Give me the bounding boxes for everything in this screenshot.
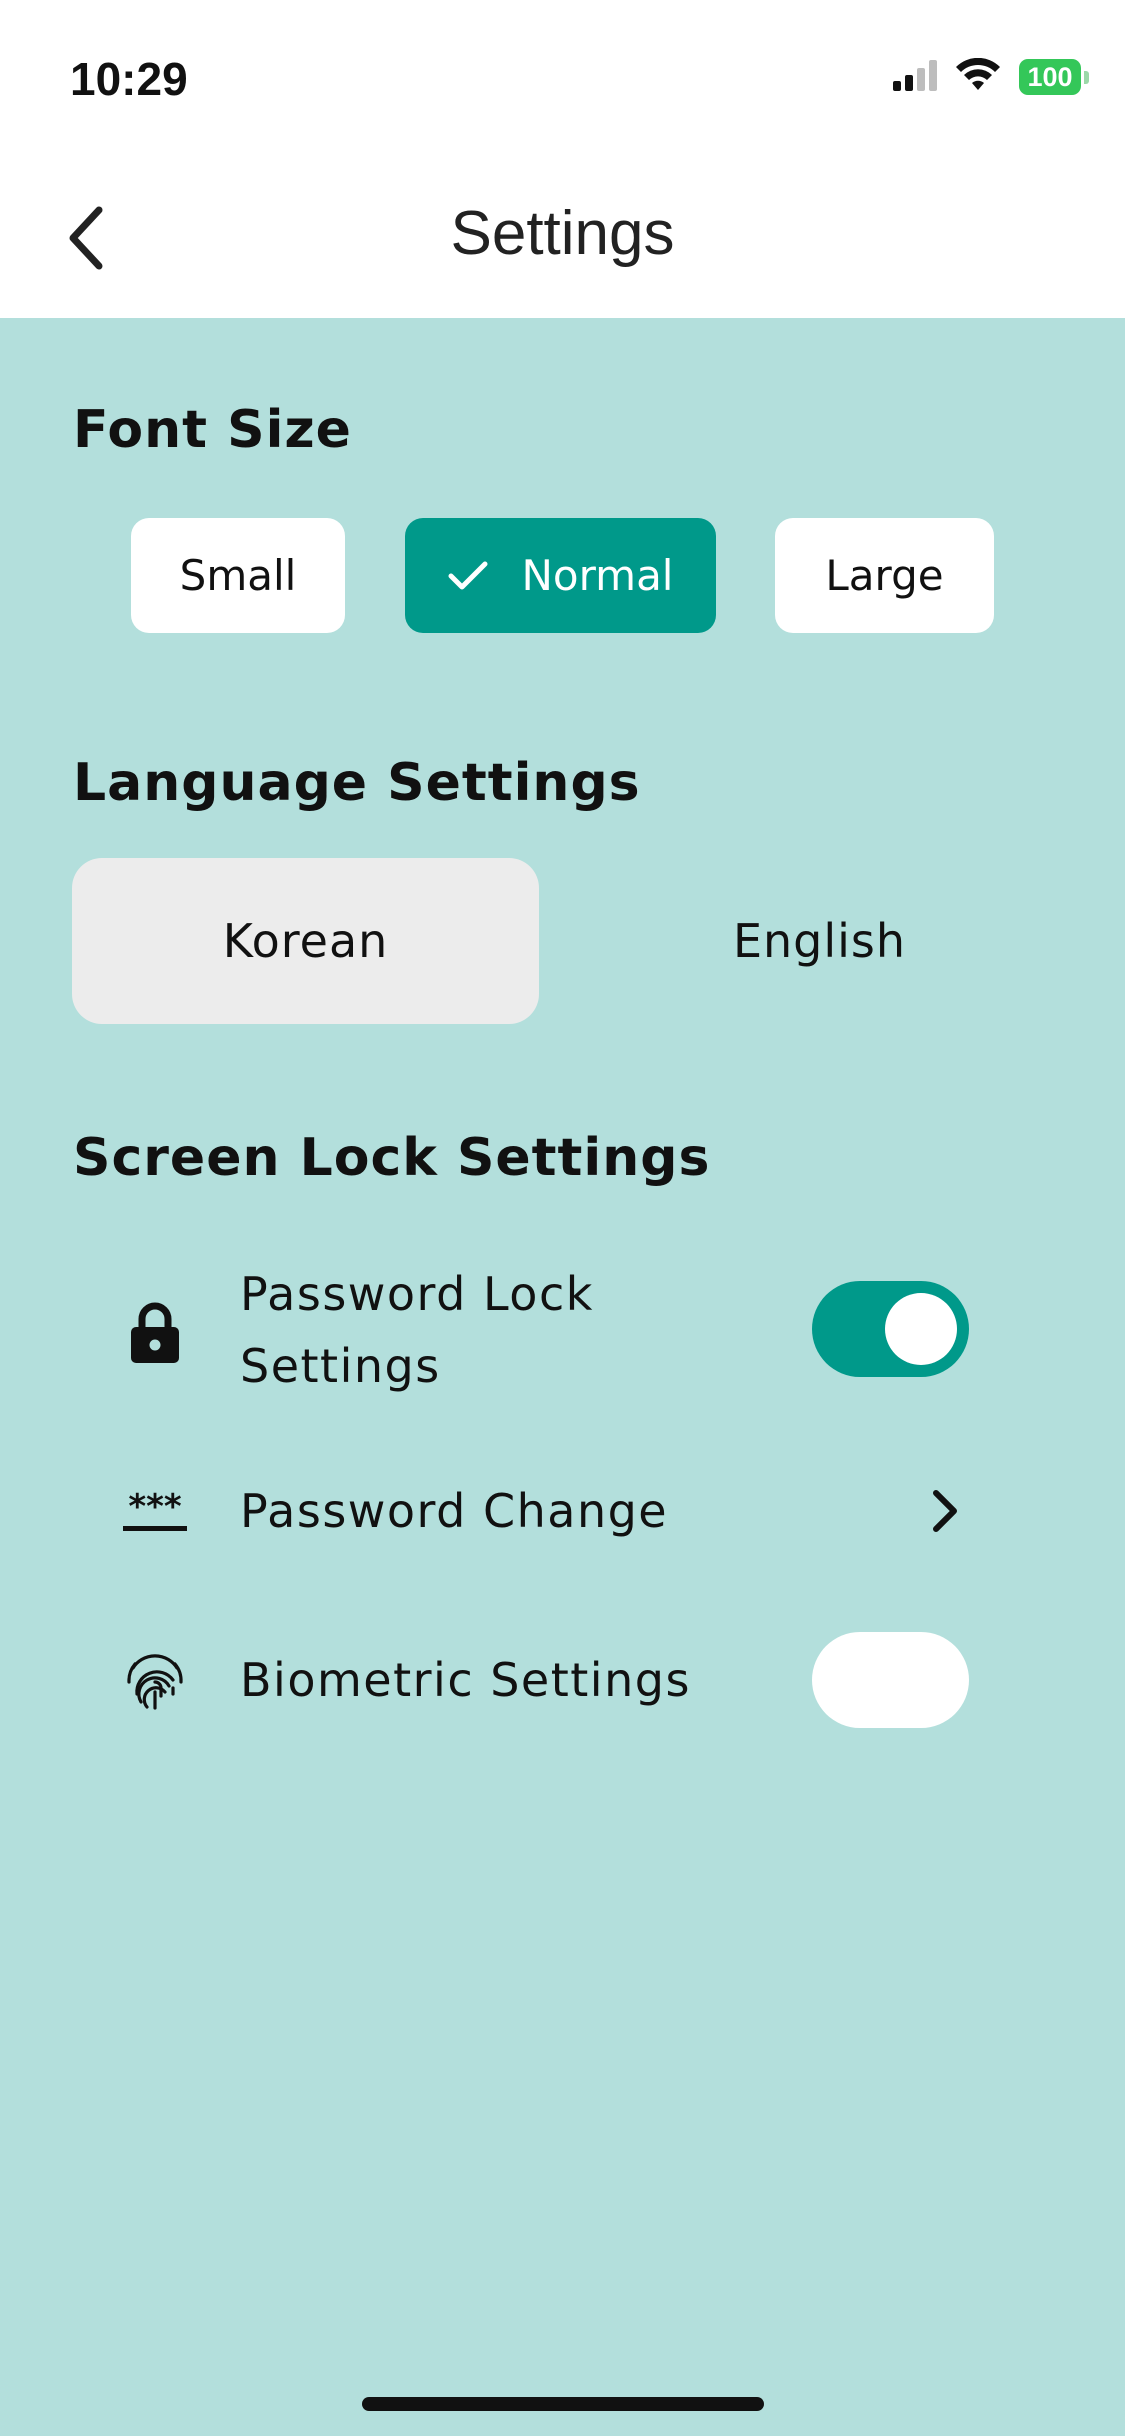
status-icons: 100 <box>893 57 1089 96</box>
font-size-small-label: Small <box>179 551 297 600</box>
chevron-right-icon[interactable] <box>920 1481 970 1541</box>
password-change-row[interactable]: *** Password Change <box>0 1475 1125 1547</box>
password-asterisk-icon: *** <box>120 1475 190 1547</box>
header: Settings <box>0 160 1125 318</box>
svg-text:***: *** <box>128 1488 182 1527</box>
status-bar: 10:29 100 <box>0 0 1125 160</box>
biometric-toggle[interactable] <box>812 1632 969 1728</box>
lock-icon <box>120 1298 190 1368</box>
font-size-small-button[interactable]: Small <box>131 518 345 633</box>
biometric-row: Biometric Settings <box>0 1620 1125 1740</box>
password-lock-row: Password Lock Settings <box>0 1258 1125 1408</box>
home-indicator[interactable] <box>362 2397 764 2411</box>
password-lock-toggle[interactable] <box>812 1281 969 1377</box>
battery-icon: 100 <box>1019 59 1089 95</box>
toggle-knob <box>885 1293 957 1365</box>
wifi-icon <box>955 57 1001 96</box>
signal-icon <box>893 59 937 95</box>
font-size-section-title: Font Size <box>73 400 352 460</box>
language-english-label: English <box>732 914 907 968</box>
language-options: Korean English <box>72 858 1072 1024</box>
font-size-large-button[interactable]: Large <box>775 518 994 633</box>
biometric-label: Biometric Settings <box>240 1653 691 1707</box>
font-size-normal-button[interactable]: Normal <box>405 518 716 633</box>
language-section-title: Language Settings <box>73 753 641 813</box>
font-size-large-label: Large <box>825 551 944 600</box>
fingerprint-icon <box>120 1642 190 1718</box>
page-title: Settings <box>450 199 675 268</box>
battery-level: 100 <box>1019 59 1081 95</box>
status-time: 10:29 <box>70 53 188 105</box>
password-change-label: Password Change <box>240 1484 669 1538</box>
password-lock-label: Password Lock Settings <box>240 1267 594 1393</box>
font-size-options: Small Normal Large <box>0 518 1125 633</box>
language-korean-label: Korean <box>222 914 389 968</box>
screen-lock-section-title: Screen Lock Settings <box>73 1128 711 1188</box>
language-korean-button[interactable]: Korean <box>72 858 539 1024</box>
checkmark-icon <box>448 561 488 591</box>
font-size-normal-label: Normal <box>521 551 674 600</box>
language-english-button[interactable]: English <box>586 858 1053 1024</box>
